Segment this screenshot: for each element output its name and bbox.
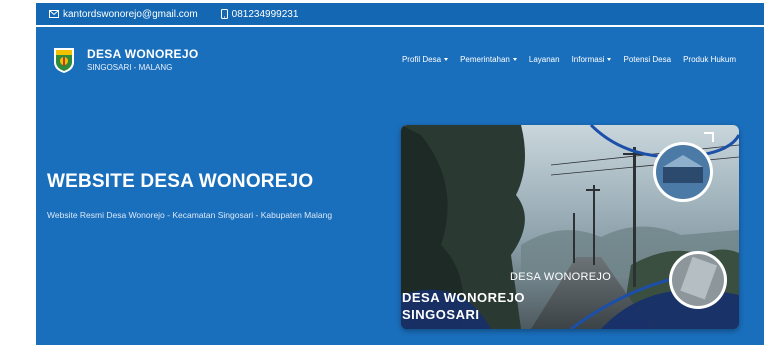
nav-item-profil-desa[interactable]: Profil Desa [401, 55, 449, 64]
nav-item-label: Profil Desa [401, 55, 442, 64]
nav-item-label: Informasi [571, 55, 605, 64]
nav-item-layanan[interactable]: Layanan [529, 55, 560, 64]
topbar-phone-text: 081234999231 [231, 8, 299, 20]
caret-down-icon [444, 58, 449, 61]
bottom-strip [0, 345, 764, 358]
brand-subtitle: SINGOSARI - MALANG [87, 63, 173, 72]
nav-item-label: Layanan [528, 55, 560, 64]
caret-down-icon [607, 58, 612, 61]
topbar-phone[interactable]: 081234999231 [220, 8, 299, 20]
nav-item-pemerintahan[interactable]: Pemerintahan [460, 55, 517, 64]
nav-item-label: Produk Hukum [683, 55, 736, 64]
topbar-email-text: kantordswonorejo@gmail.com [63, 8, 198, 20]
hero-image-caption-left-1: DESA WONOREJO [402, 290, 526, 305]
nav-item-label: Pemerintahan [460, 55, 510, 64]
nav-item-label: Potensi Desa [623, 55, 672, 64]
hero-subtitle: Website Resmi Desa Wonorejo - Kecamatan … [47, 210, 333, 220]
hero-image-caption-left-2: SINGOSARI [402, 307, 480, 322]
hero-image-caption-right: DESA WONOREJO [510, 271, 612, 283]
nav-item-informasi[interactable]: Informasi [572, 55, 612, 64]
hero-title: WEBSITE DESA WONOREJO [47, 171, 314, 192]
main-nav: Profil Desa Pemerintahan Layanan Informa… [402, 55, 736, 64]
nav-item-produk-hukum[interactable]: Produk Hukum [683, 55, 736, 64]
phone-icon [220, 9, 228, 19]
nav-item-potensi-desa[interactable]: Potensi Desa [623, 55, 671, 64]
topbar-email[interactable]: kantordswonorejo@gmail.com [49, 9, 198, 20]
topbar-contact-bar: kantordswonorejo@gmail.com 081234999231 [36, 3, 764, 25]
brand-title[interactable]: DESA WONOREJO [87, 47, 198, 61]
caret-down-icon [512, 58, 517, 61]
shield-emblem-icon[interactable] [52, 46, 76, 74]
envelope-icon [49, 10, 59, 18]
topbar: kantordswonorejo@gmail.com 081234999231 [0, 0, 764, 27]
